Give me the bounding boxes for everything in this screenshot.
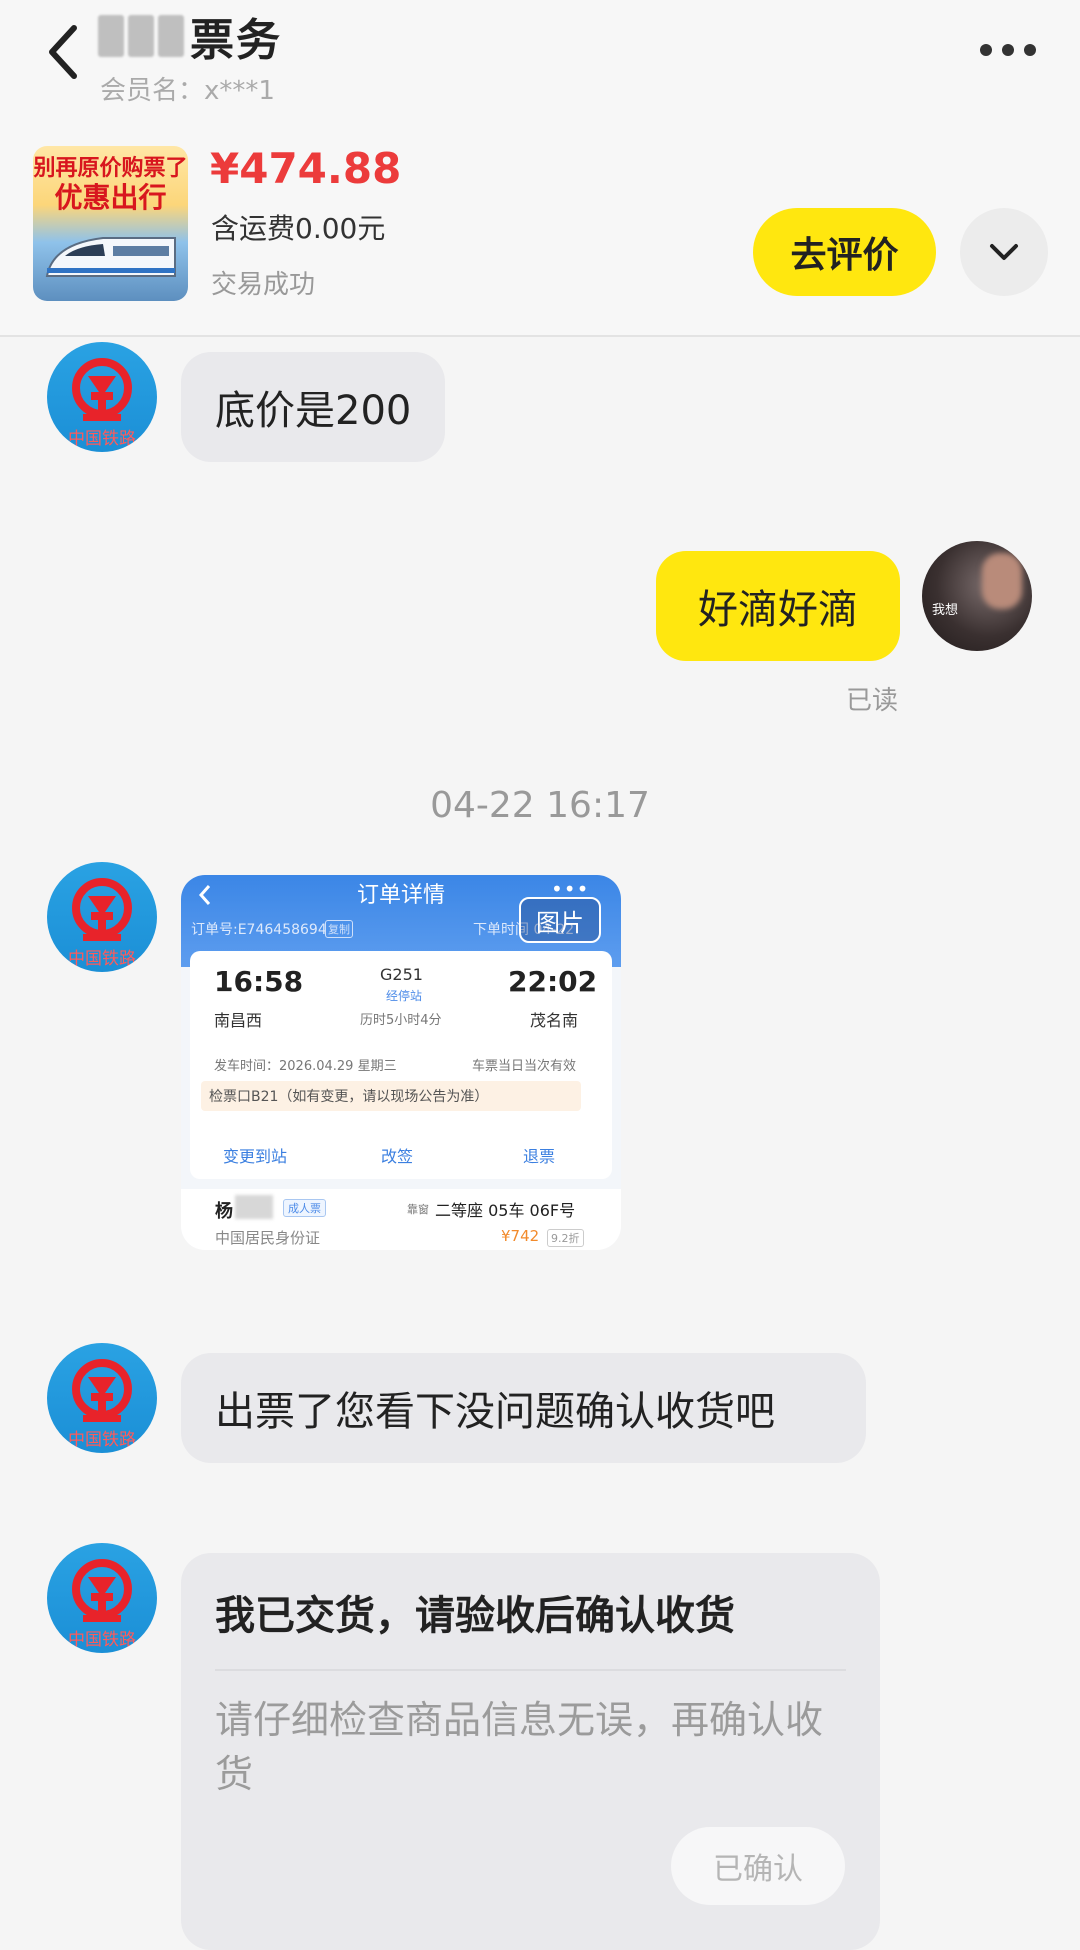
seller-avatar-label: 中国铁路 [68,429,136,449]
message-text: 底价是200 [215,388,412,434]
thumb-line2: 优惠出行 [54,181,167,214]
seller-avatar-label: 中国铁路 [68,1430,136,1450]
confirmed-button[interactable]: 已确认 [671,1827,845,1905]
image-tag: 图片 [519,897,601,943]
travel-duration: 历时5小时4分 [360,1013,442,1028]
seller-avatar[interactable]: 中国铁路 [47,342,157,452]
chevron-down-icon [990,244,1018,260]
passenger-row: 杨 成人票 靠窗 二等座 05车 06F号 中国居民身份证 ¥742 9.2折 [181,1189,621,1250]
shipping-fee: 含运费0.00元 [211,212,386,245]
from-station: 南昌西 [214,1011,263,1030]
ticket-price: ¥742 [501,1227,540,1245]
back-icon[interactable] [44,24,84,80]
train-number: G251 [380,965,423,984]
gate-row: 检票口B21（如有变更，请以现场公告为准） [201,1081,581,1111]
seller-avatar[interactable]: 中国铁路 [47,1343,157,1453]
ticket-discount: 9.2折 [547,1229,584,1247]
delivery-desc: 请仔细检查商品信息无误，再确认收货 [215,1698,824,1796]
valid-note: 车票当日当次有效 [472,1059,577,1074]
refund-button: 退票 [523,1147,556,1166]
blurred-shop-name [98,15,184,57]
review-button[interactable]: 去评价 [753,208,936,296]
user-message-bubble[interactable]: 好滴好滴 [656,551,900,661]
shop-title-wrap: 票务 [98,8,282,66]
train-image-icon [45,237,176,277]
delivery-divider [215,1669,846,1671]
member-name: 会员名：x***1 [100,76,275,106]
more-icon[interactable] [976,40,1040,60]
product-price: ¥474.88 [210,144,402,193]
user-avatar-label: 我想 [932,603,959,618]
depart-time: 16:58 [214,965,304,998]
seller-avatar-label: 中国铁路 [68,1630,136,1650]
arrive-time: 22:02 [508,965,598,998]
chat-timestamp: 04-22 16:17 [430,785,650,826]
passenger-name: 杨 [215,1201,233,1222]
seat-info: 二等座 05车 06F号 [435,1201,576,1220]
to-station: 茂名南 [530,1011,579,1030]
message-bubble[interactable]: 底价是200 [181,352,446,462]
product-thumbnail[interactable]: 别再原价购票了 优惠出行 [33,146,188,301]
id-type: 中国居民身份证 [215,1229,321,1247]
ticket-order-no: 订单号:E746458694 [191,922,327,938]
seller-avatar[interactable]: 中国铁路 [47,862,157,972]
user-message-text: 好滴好滴 [698,587,858,633]
ticket-copy-label: 复制 [325,920,353,938]
reschedule-button: 改签 [381,1147,414,1166]
user-avatar[interactable]: 我想 [922,541,1032,651]
gate-info: 检票口B21（如有变更，请以现场公告为准） [209,1089,489,1105]
message-bubble[interactable]: 出票了您看下没问题确认收货吧 [181,1353,866,1463]
delivery-title: 我已交货，请验收后确认收货 [215,1593,735,1639]
trade-status: 交易成功 [211,270,316,300]
seat-label: 靠窗 [407,1203,429,1216]
message-text: 出票了您看下没问题确认收货吧 [215,1389,775,1435]
passenger-type: 成人票 [283,1199,326,1217]
ticket-screenshot-message[interactable]: 订单详情 ••• 订单号:E746458694 复制 下单时间 04-22 16… [181,875,621,1250]
seller-avatar-label: 中国铁路 [68,949,136,969]
depart-date: 发车时间：2026.04.29 星期三 [214,1059,397,1074]
expand-button[interactable] [960,208,1048,296]
shop-title: 票务 [190,15,282,66]
delivery-card: 我已交货，请验收后确认收货 请仔细检查商品信息无误，再确认收货 已确认 [181,1553,880,1950]
via-stations: 经停站 [386,989,423,1003]
blurred-passenger-name [235,1195,273,1219]
seller-avatar[interactable]: 中国铁路 [47,1543,157,1653]
read-status: 已读 [846,686,899,716]
change-station-button: 变更到站 [223,1147,288,1166]
